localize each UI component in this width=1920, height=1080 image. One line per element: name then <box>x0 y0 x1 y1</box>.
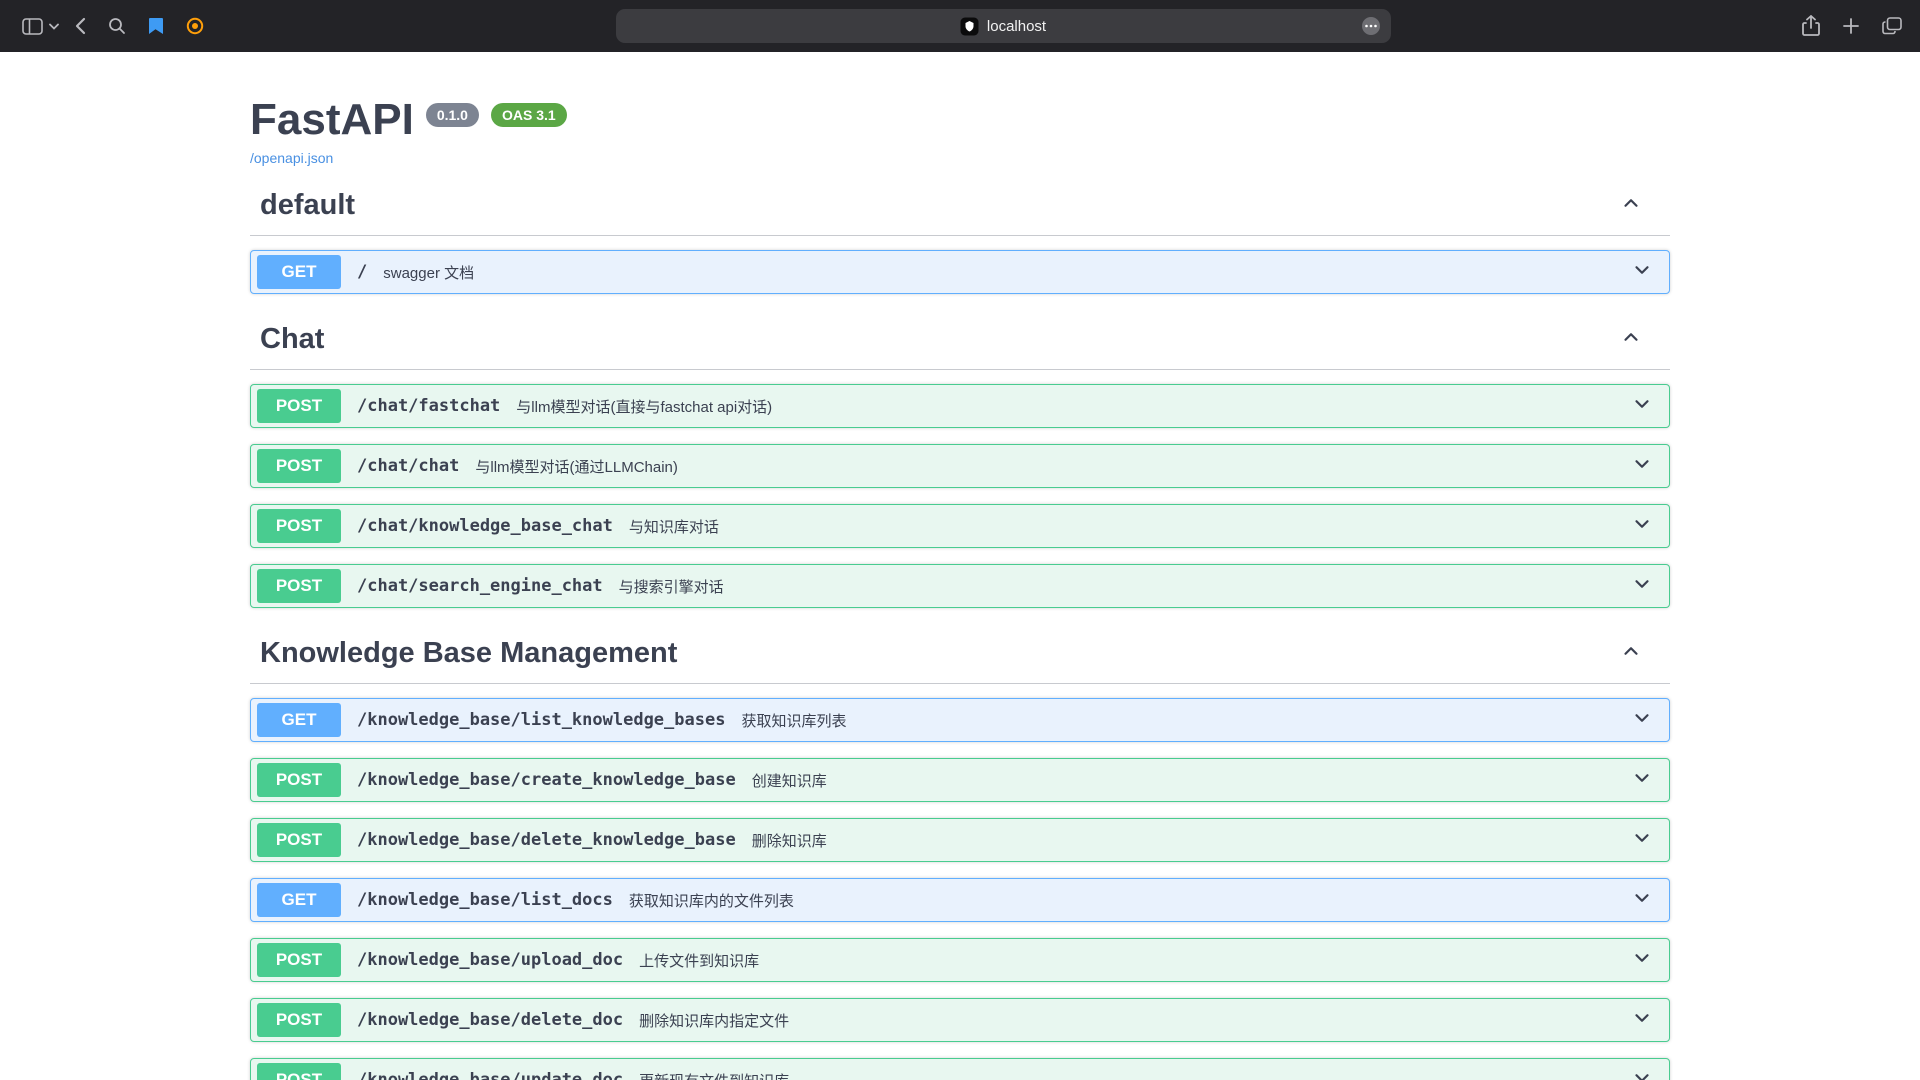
operation-row[interactable]: GET / swagger 文档 <box>250 250 1670 294</box>
operation-path: /chat/search_engine_chat <box>357 576 603 596</box>
method-badge: POST <box>257 389 341 423</box>
new-tab-icon[interactable] <box>1842 17 1860 35</box>
url-text: localhost <box>987 18 1046 35</box>
page-options-icon[interactable] <box>1361 16 1381 36</box>
site-badge-icon <box>960 17 979 36</box>
expand-operation-icon[interactable] <box>1631 513 1653 540</box>
method-badge: POST <box>257 763 341 797</box>
section-title: Chat <box>260 323 1620 356</box>
method-badge: POST <box>257 449 341 483</box>
section-header-chat[interactable]: Chat <box>250 310 1670 370</box>
operation-path: /knowledge_base/create_knowledge_base <box>357 770 736 790</box>
search-icon[interactable] <box>108 17 126 35</box>
operation-description: swagger 文档 <box>383 262 1631 283</box>
section-title: default <box>260 189 1620 222</box>
expand-operation-icon[interactable] <box>1631 1067 1653 1080</box>
operation-row[interactable]: POST/knowledge_base/upload_doc 上传文件到知识库 <box>250 938 1670 982</box>
openapi-spec-link[interactable]: /openapi.json <box>250 150 333 166</box>
operation-path: /chat/fastchat <box>357 396 500 416</box>
operation-row[interactable]: POST/chat/chat 与llm模型对话(通过LLMChain) <box>250 444 1670 488</box>
expand-operation-icon[interactable] <box>1631 573 1653 600</box>
extension-icon-orange[interactable] <box>186 17 204 35</box>
oas-badge: OAS 3.1 <box>491 103 567 127</box>
operation-row[interactable]: POST/knowledge_base/create_knowledge_bas… <box>250 758 1670 802</box>
share-icon[interactable] <box>1802 15 1820 37</box>
method-badge: POST <box>257 1003 341 1037</box>
operation-row[interactable]: POST/chat/knowledge_base_chat 与知识库对话 <box>250 504 1670 548</box>
method-badge: GET <box>257 255 341 289</box>
expand-operation-icon[interactable] <box>1631 767 1653 794</box>
operation-path: / <box>357 262 367 282</box>
browser-toolbar: localhost <box>0 0 1920 52</box>
method-badge: POST <box>257 569 341 603</box>
operation-path: /knowledge_base/delete_knowledge_base <box>357 830 736 850</box>
method-badge: GET <box>257 703 341 737</box>
operation-description: 创建知识库 <box>752 770 1631 791</box>
section-header-knowledge-base-management[interactable]: Knowledge Base Management <box>250 624 1670 684</box>
collapse-section-icon[interactable] <box>1620 640 1642 667</box>
operation-description: 与llm模型对话(通过LLMChain) <box>475 456 1631 477</box>
operation-description: 删除知识库 <box>752 830 1631 851</box>
sidebar-toggle-icon[interactable] <box>22 18 43 35</box>
section-title: Knowledge Base Management <box>260 637 1620 670</box>
operation-path: /knowledge_base/list_docs <box>357 890 613 910</box>
collapse-section-icon[interactable] <box>1620 192 1642 219</box>
expand-operation-icon[interactable] <box>1631 827 1653 854</box>
method-badge: POST <box>257 1063 341 1080</box>
sidebar-chevron-down-icon[interactable] <box>49 23 59 30</box>
operation-path: /knowledge_base/upload_doc <box>357 950 623 970</box>
expand-operation-icon[interactable] <box>1631 393 1653 420</box>
tab-overview-icon[interactable] <box>1882 17 1902 35</box>
operation-description: 与llm模型对话(直接与fastchat api对话) <box>516 396 1631 417</box>
operation-path: /knowledge_base/update_doc <box>357 1070 623 1080</box>
address-bar[interactable]: localhost <box>616 9 1391 43</box>
method-badge: POST <box>257 943 341 977</box>
section-header-default[interactable]: default <box>250 176 1670 236</box>
operation-description: 更新现有文件到知识库 <box>639 1070 1631 1080</box>
method-badge: POST <box>257 509 341 543</box>
operation-row[interactable]: GET/knowledge_base/list_knowledge_bases 获… <box>250 698 1670 742</box>
api-info: FastAPI 0.1.0 OAS 3.1 /openapi.json <box>250 96 1670 168</box>
operation-row[interactable]: POST/knowledge_base/delete_doc 删除知识库内指定文件 <box>250 998 1670 1042</box>
operation-description: 获取知识库内的文件列表 <box>629 890 1631 911</box>
operation-row[interactable]: POST/knowledge_base/delete_knowledge_bas… <box>250 818 1670 862</box>
expand-operation-icon[interactable] <box>1631 887 1653 914</box>
page-content: FastAPI 0.1.0 OAS 3.1 /openapi.json defa… <box>0 52 1920 1080</box>
version-badge: 0.1.0 <box>426 103 479 127</box>
method-badge: GET <box>257 883 341 917</box>
operation-row[interactable]: GET/knowledge_base/list_docs 获取知识库内的文件列表 <box>250 878 1670 922</box>
expand-operation-icon[interactable] <box>1631 453 1653 480</box>
back-icon[interactable] <box>75 17 86 35</box>
operation-path: /chat/knowledge_base_chat <box>357 516 613 536</box>
operation-row[interactable]: POST/chat/search_engine_chat 与搜索引擎对话 <box>250 564 1670 608</box>
page-title: FastAPI <box>250 96 414 144</box>
collapse-section-icon[interactable] <box>1620 326 1642 353</box>
operation-row[interactable]: POST/knowledge_base/update_doc 更新现有文件到知识库 <box>250 1058 1670 1080</box>
operation-row[interactable]: POST/chat/fastchat 与llm模型对话(直接与fastchat a… <box>250 384 1670 428</box>
operation-path: /knowledge_base/delete_doc <box>357 1010 623 1030</box>
operations-list: default GET / swagger 文档 Chat POST/chat/fastc… <box>250 176 1670 1080</box>
operation-path: /knowledge_base/list_knowledge_bases <box>357 710 725 730</box>
method-badge: POST <box>257 823 341 857</box>
operation-description: 上传文件到知识库 <box>639 950 1631 971</box>
expand-operation-icon[interactable] <box>1631 707 1653 734</box>
operation-description: 与搜索引擎对话 <box>619 576 1631 597</box>
operation-description: 获取知识库列表 <box>741 710 1631 731</box>
expand-operation-icon[interactable] <box>1631 947 1653 974</box>
expand-operation-icon[interactable] <box>1631 259 1653 286</box>
operation-description: 与知识库对话 <box>629 516 1631 537</box>
operation-path: /chat/chat <box>357 456 459 476</box>
expand-operation-icon[interactable] <box>1631 1007 1653 1034</box>
extension-icon-blue[interactable] <box>148 17 164 35</box>
operation-description: 删除知识库内指定文件 <box>639 1010 1631 1031</box>
